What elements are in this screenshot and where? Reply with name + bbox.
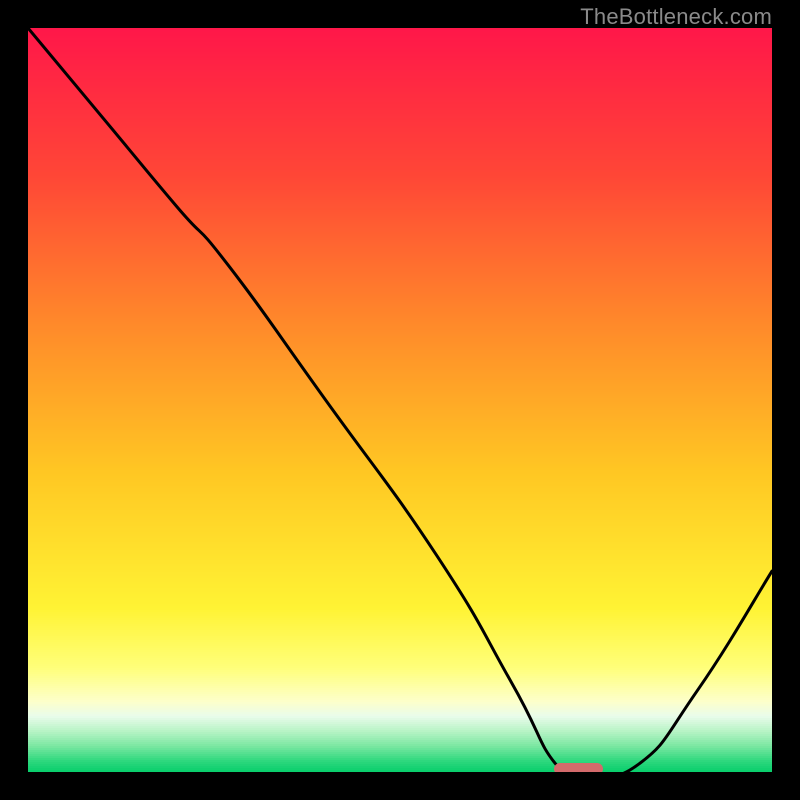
curve-path xyxy=(28,28,772,772)
watermark-text: TheBottleneck.com xyxy=(580,4,772,30)
plot-area xyxy=(28,28,772,772)
bottleneck-curve xyxy=(28,28,772,772)
chart-frame: TheBottleneck.com xyxy=(0,0,800,800)
optimal-marker xyxy=(554,763,603,772)
